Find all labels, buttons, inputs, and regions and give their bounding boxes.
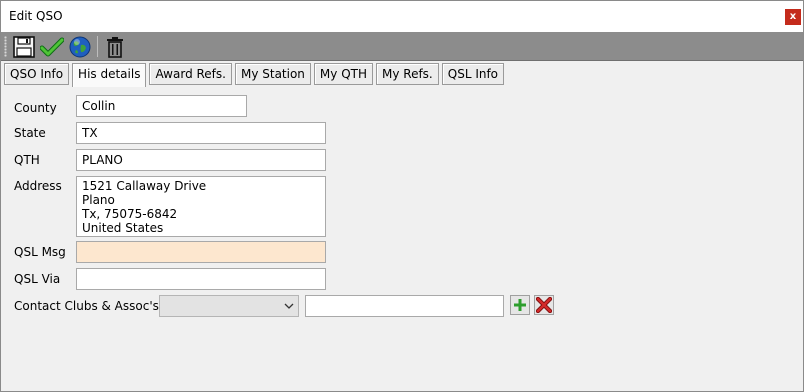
address-label: Address xyxy=(14,179,62,193)
confirm-button[interactable] xyxy=(40,35,64,59)
globe-icon xyxy=(69,36,91,58)
delete-button[interactable] xyxy=(103,35,127,59)
edit-qso-window: Edit QSO x QSO Info His details Award Re… xyxy=(0,0,804,392)
state-field[interactable] xyxy=(76,122,326,144)
qsl-msg-label: QSL Msg xyxy=(14,245,66,259)
close-button[interactable]: x xyxy=(785,9,801,25)
lookup-button[interactable] xyxy=(68,35,92,59)
tab-award-refs[interactable]: Award Refs. xyxy=(149,63,232,85)
clubs-text-field[interactable] xyxy=(305,295,504,317)
tab-qsl-info[interactable]: QSL Info xyxy=(441,63,505,85)
tab-my-station[interactable]: My Station xyxy=(234,63,311,85)
window-title: Edit QSO xyxy=(9,9,63,23)
plus-icon xyxy=(514,299,526,311)
save-icon xyxy=(13,36,35,58)
chevron-down-icon xyxy=(284,303,294,309)
clubs-label: Contact Clubs & Assoc's xyxy=(14,299,159,313)
toolbar-separator xyxy=(97,36,98,57)
tab-qso-info[interactable]: QSO Info xyxy=(4,63,70,85)
remove-club-button[interactable] xyxy=(534,295,554,315)
close-icon xyxy=(536,297,552,313)
qsl-via-label: QSL Via xyxy=(14,272,61,286)
qsl-msg-field[interactable] xyxy=(76,241,326,263)
tab-my-refs[interactable]: My Refs. xyxy=(376,63,439,85)
toolbar xyxy=(1,32,803,61)
qth-label: QTH xyxy=(14,153,40,167)
toolbar-grip[interactable] xyxy=(4,36,7,57)
tab-his-details[interactable]: His details xyxy=(72,63,147,87)
his-details-panel: County State QTH Address QSL Msg QSL Via… xyxy=(4,85,801,391)
qth-field[interactable] xyxy=(76,149,326,171)
county-label: County xyxy=(14,101,57,115)
county-field[interactable] xyxy=(76,95,247,117)
qsl-via-field[interactable] xyxy=(76,268,326,290)
add-club-button[interactable] xyxy=(510,295,530,315)
save-button[interactable] xyxy=(12,35,36,59)
state-label: State xyxy=(14,126,46,140)
title-bar: Edit QSO x xyxy=(1,1,803,32)
trash-icon xyxy=(107,37,123,58)
tab-bar: QSO Info His details Award Refs. My Stat… xyxy=(4,63,507,87)
clubs-dropdown[interactable] xyxy=(159,295,299,317)
checkmark-icon xyxy=(40,37,64,57)
address-field[interactable] xyxy=(76,176,326,237)
tab-my-qth[interactable]: My QTH xyxy=(313,63,373,85)
